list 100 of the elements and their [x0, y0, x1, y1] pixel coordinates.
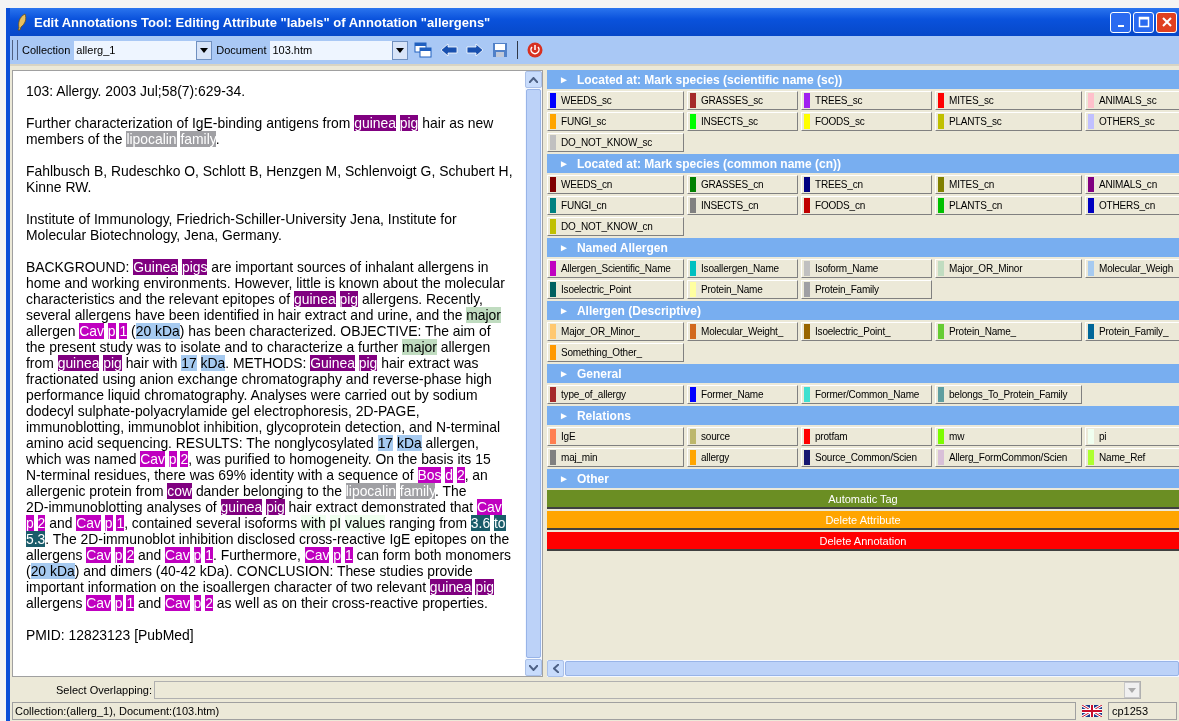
highlighted-term[interactable]: Cav	[86, 595, 111, 611]
highlighted-term[interactable]: pig	[103, 355, 122, 371]
label-button[interactable]: IgE	[547, 427, 684, 446]
highlighted-term[interactable]: 2	[205, 595, 213, 611]
label-button[interactable]: Protein_Family	[801, 280, 932, 299]
label-button[interactable]: mw	[935, 427, 1082, 446]
highlighted-term[interactable]: pigs	[181, 259, 208, 275]
close-button[interactable]	[1156, 11, 1177, 33]
highlighted-term[interactable]: p	[114, 547, 123, 563]
highlighted-term[interactable]: pig	[399, 115, 419, 131]
highlighted-term[interactable]: Cav	[477, 499, 502, 515]
highlighted-term[interactable]: 17	[181, 355, 197, 371]
highlighted-term[interactable]: Guinea	[133, 259, 179, 275]
label-button[interactable]: MITES_sc	[935, 91, 1082, 110]
highlighted-term[interactable]: p	[168, 451, 177, 467]
highlighted-term[interactable]: Guinea	[310, 355, 355, 371]
highlighted-term[interactable]: major	[402, 339, 437, 355]
scroll-down-button[interactable]	[525, 659, 542, 676]
highlighted-term[interactable]: Cav	[165, 547, 190, 563]
highlighted-term[interactable]: d	[445, 467, 454, 483]
highlighted-term[interactable]: guinea	[354, 115, 396, 131]
label-button[interactable]: INSECTS_sc	[687, 112, 798, 131]
highlighted-term[interactable]: Bos	[417, 467, 442, 483]
label-button[interactable]: Former_Name	[687, 385, 798, 404]
highlighted-term[interactable]: Cav	[86, 547, 111, 563]
label-button[interactable]: protfam	[801, 427, 932, 446]
label-button[interactable]: Molecular_Weight_	[687, 322, 798, 341]
label-button[interactable]: allergy	[687, 448, 798, 467]
toolbar-grip[interactable]	[12, 40, 18, 60]
highlighted-term[interactable]: 3.6	[470, 515, 491, 531]
label-button[interactable]: WEEDS_sc	[547, 91, 684, 110]
label-button[interactable]: GRASSES_cn	[687, 175, 798, 194]
highlighted-term[interactable]: 20 kDa	[30, 563, 75, 579]
label-button[interactable]: Allerg_FormCommon/Scien	[935, 448, 1082, 467]
highlighted-term[interactable]: p	[104, 515, 113, 531]
highlighted-term[interactable]: guinea	[220, 499, 263, 515]
vertical-scrollbar[interactable]	[525, 71, 542, 676]
label-button[interactable]: TREES_cn	[801, 175, 932, 194]
highlighted-term[interactable]: kDa	[396, 435, 422, 451]
windows-icon[interactable]	[414, 42, 433, 58]
label-button[interactable]: Former/Common_Name	[801, 385, 932, 404]
label-button[interactable]: DO_NOT_KNOW_cn	[547, 217, 684, 236]
highlighted-term[interactable]: pI	[329, 515, 342, 531]
highlighted-term[interactable]: 2	[37, 515, 46, 531]
label-button[interactable]: OTHERS_sc	[1085, 112, 1179, 131]
label-button[interactable]: ANIMALS_cn	[1085, 175, 1179, 194]
highlighted-term[interactable]: p	[26, 515, 34, 531]
highlighted-term[interactable]: 20 kDa	[135, 323, 180, 339]
label-button[interactable]: INSECTS_cn	[687, 196, 798, 215]
highlighted-term[interactable]: pig	[339, 291, 359, 307]
highlighted-term[interactable]: pig	[358, 355, 378, 371]
highlighted-term[interactable]: to	[494, 515, 506, 531]
highlighted-term[interactable]: guinea	[429, 579, 472, 595]
document-dropdown[interactable]: 103.htm	[270, 40, 409, 60]
highlighted-term[interactable]: pig	[475, 579, 494, 595]
label-button[interactable]: Protein_Family_	[1085, 322, 1179, 341]
label-button[interactable]: pi	[1085, 427, 1179, 446]
forward-arrow-icon[interactable]	[466, 42, 485, 58]
label-button[interactable]: Source_Common/Scien	[801, 448, 932, 467]
maximize-button[interactable]	[1133, 11, 1154, 33]
highlighted-term[interactable]: p	[193, 595, 202, 611]
label-button[interactable]: Major_OR_Minor_	[547, 322, 684, 341]
label-button[interactable]: ANIMALS_sc	[1085, 91, 1179, 110]
label-button[interactable]: MITES_cn	[935, 175, 1082, 194]
save-icon[interactable]	[492, 42, 509, 58]
label-button[interactable]: belongs_To_Protein_Family	[935, 385, 1082, 404]
label-button[interactable]: DO_NOT_KNOW_sc	[547, 133, 684, 152]
highlighted-term[interactable]: Cav	[165, 595, 190, 611]
highlighted-term[interactable]: 1	[344, 547, 353, 563]
highlighted-term[interactable]: p	[333, 547, 342, 563]
label-button[interactable]: Isoelectric_Point	[547, 280, 684, 299]
label-button[interactable]: Something_Other_	[547, 343, 684, 362]
highlighted-term[interactable]: values	[344, 515, 386, 531]
highlighted-term[interactable]: pig	[266, 499, 285, 515]
label-button[interactable]: Protein_Name_	[935, 322, 1082, 341]
highlighted-term[interactable]: 1	[126, 595, 135, 611]
label-button[interactable]: PLANTS_sc	[935, 112, 1082, 131]
power-icon[interactable]	[527, 42, 544, 58]
label-button[interactable]: Allergen_Scientific_Name	[547, 259, 684, 278]
highlighted-term[interactable]: cow	[167, 483, 193, 499]
label-button[interactable]: type_of_allergy	[547, 385, 684, 404]
highlighted-term[interactable]: with	[300, 515, 326, 531]
label-button[interactable]: Molecular_Weigh	[1085, 259, 1179, 278]
label-button[interactable]: maj_min	[547, 448, 684, 467]
highlighted-term[interactable]: major	[466, 307, 501, 323]
highlighted-term[interactable]: 2	[126, 547, 135, 563]
scroll-left-button[interactable]	[547, 660, 564, 677]
highlighted-term[interactable]: Cav	[79, 323, 104, 339]
scrollbar-thumb[interactable]	[526, 89, 541, 658]
label-button[interactable]: Name_Ref	[1085, 448, 1179, 467]
action-button[interactable]: Delete Annotation	[547, 532, 1179, 551]
highlighted-term[interactable]: Cav	[140, 451, 165, 467]
highlighted-term[interactable]: guinea	[294, 291, 336, 307]
label-button[interactable]: OTHERS_cn	[1085, 196, 1179, 215]
label-button[interactable]: Isoelectric_Point_	[801, 322, 932, 341]
label-button[interactable]: TREES_sc	[801, 91, 932, 110]
scroll-up-button[interactable]	[525, 71, 542, 88]
label-button[interactable]: source	[687, 427, 798, 446]
label-button[interactable]: FUNGI_cn	[547, 196, 684, 215]
highlighted-term[interactable]: p	[107, 323, 116, 339]
